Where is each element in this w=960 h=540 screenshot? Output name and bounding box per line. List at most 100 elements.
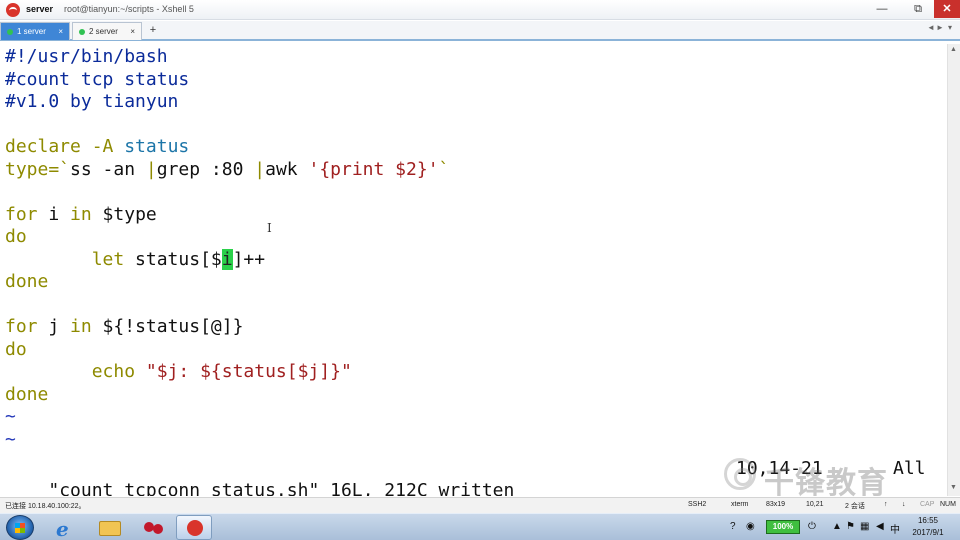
code-line: declare -A status: [5, 136, 189, 158]
xshell-status-bar: 已连接 10.18.40.100:22。 SSH2 xterm 83x19 10…: [0, 497, 960, 513]
window-subtitle: root@tianyun:~/scripts - Xshell 5: [64, 4, 194, 14]
taskbar-xshell-button[interactable]: [176, 515, 212, 540]
action-center-flag-icon[interactable]: ⚑: [846, 521, 855, 532]
code-token: echo: [5, 361, 146, 382]
code-token: #count tcp status: [5, 68, 190, 90]
tab-close-icon[interactable]: ×: [130, 23, 135, 41]
close-button[interactable]: ✕: [934, 0, 960, 18]
code-line: ~: [5, 429, 16, 451]
code-token: |: [145, 158, 157, 180]
terminal-size-label: 83x19: [766, 501, 786, 508]
watermark-logo-icon: [724, 458, 756, 490]
terminal-screen[interactable]: "count_tcpconn_status.sh" 16L, 212C writ…: [0, 44, 947, 496]
code-token: grep :80: [156, 158, 255, 180]
code-token: $type: [91, 203, 157, 225]
clock-time: 16:55: [917, 516, 939, 525]
power-icon[interactable]: ⏻: [808, 521, 816, 532]
code-token: ss -an: [70, 158, 146, 180]
code-line: do: [5, 226, 27, 248]
system-clock[interactable]: 16:55 2017/9/1: [906, 515, 950, 539]
help-icon[interactable]: ?: [730, 521, 736, 532]
start-button[interactable]: [6, 515, 34, 540]
code-token: let: [5, 248, 136, 270]
code-token: do: [5, 338, 27, 360]
scroll-down-icon[interactable]: ▼: [950, 484, 957, 491]
code-token: in: [70, 203, 92, 225]
protocol-label: SSH2: [688, 501, 707, 508]
text-cursor: i: [221, 248, 233, 270]
code-line: #v1.0 by tianyun: [5, 91, 178, 113]
code-line: echo "$j: ${status[$j]}": [5, 361, 352, 383]
code-token: status[$: [135, 248, 222, 270]
code-line: do: [5, 339, 27, 361]
mouse-ibeam-icon: I: [267, 221, 272, 235]
code-token: `: [438, 158, 450, 180]
code-line: done: [5, 271, 48, 293]
xshell-icon: [187, 520, 203, 536]
code-token: status: [124, 136, 190, 157]
taskbar-explorer-button[interactable]: [92, 515, 128, 540]
minimize-button[interactable]: —: [868, 0, 896, 18]
code-token: #v1.0 by tianyun: [5, 91, 179, 112]
title-bar: server root@tianyun:~/scripts - Xshell 5…: [0, 0, 960, 20]
tab-scroll-left-icon[interactable]: ◄: [927, 23, 935, 32]
code-token: '{print $2}': [308, 158, 439, 180]
terminal-scrollbar[interactable]: ▲ ▼: [947, 44, 960, 496]
code-token: "$j: ${status[$j]}": [145, 361, 352, 382]
system-tray: ? ◉ 100% ⏻ ▲ ⚑ ▦ ◀ 中 16:55 2017/9/1: [700, 514, 960, 540]
scroll-up-icon[interactable]: ▲: [950, 46, 957, 53]
code-token: for: [5, 203, 38, 225]
code-token: do: [5, 226, 27, 247]
code-line: type=`ss -an |grep :80 |awk '{print $2}'…: [5, 159, 449, 181]
code-token: |: [254, 158, 266, 180]
volume-icon[interactable]: ◀: [876, 521, 884, 532]
upload-icon: ↑: [884, 501, 888, 508]
download-icon: ↓: [902, 501, 906, 508]
code-token: done: [5, 383, 49, 405]
taskbar-ie-button[interactable]: e: [48, 515, 84, 540]
tab-close-icon[interactable]: ×: [58, 23, 63, 41]
show-hidden-icons-icon[interactable]: ▲: [832, 521, 842, 532]
code-token: ~: [5, 428, 16, 450]
code-token: awk: [265, 158, 309, 180]
battery-indicator[interactable]: 100%: [766, 520, 800, 534]
code-line: for i in $type: [5, 204, 157, 226]
network-icon[interactable]: ▦: [860, 521, 869, 532]
new-tab-button[interactable]: +: [146, 23, 160, 37]
num-lock-indicator: NUM: [940, 501, 956, 508]
connection-status: 已连接 10.18.40.100:22。: [5, 503, 86, 510]
code-line: #count tcp status: [5, 69, 189, 91]
folder-icon: [99, 521, 121, 536]
xshell-app-icon[interactable]: [6, 3, 20, 17]
session-count-label: 2 会话: [845, 503, 865, 510]
code-token: type=`: [5, 158, 71, 180]
tab-scroll-right-icon[interactable]: ►: [936, 23, 944, 32]
tab-session-2[interactable]: 2 server ×: [72, 22, 142, 40]
watermark-text: 千锋教育: [764, 466, 888, 501]
cursor-position-label: 10,21: [806, 501, 824, 508]
code-token: i: [37, 203, 71, 225]
code-token: declare -A: [5, 136, 125, 157]
window-title: server: [26, 4, 54, 14]
code-token: j: [37, 316, 71, 337]
tab-label: 2 server: [89, 27, 118, 36]
clock-date: 2017/9/1: [912, 528, 944, 537]
code-token: ${!status[@]}: [91, 316, 244, 337]
connected-status-icon: [79, 29, 85, 35]
taskbar-cherry-app-button[interactable]: [136, 515, 172, 540]
cherry-icon: [144, 522, 154, 532]
qq-icon[interactable]: ◉: [746, 521, 755, 532]
connected-status-icon: [7, 29, 13, 35]
code-token: done: [5, 271, 49, 292]
vim-status-message: "count_tcpconn_status.sh" 16L, 212C writ…: [5, 458, 514, 496]
watermark-logo: 千锋教育: [724, 450, 924, 501]
internet-explorer-icon: e: [56, 517, 69, 540]
session-tab-bar: 1 server × 2 server × + ◄ ► ▾: [0, 21, 960, 41]
input-method-icon[interactable]: 中: [890, 521, 900, 536]
tab-session-1[interactable]: 1 server ×: [0, 22, 70, 40]
caps-lock-indicator: CAP: [920, 501, 935, 508]
restore-button[interactable]: ⧉: [904, 0, 932, 18]
windows-taskbar: e ? ◉ 100% ⏻ ▲ ⚑ ▦ ◀ 中 16:55 2017/9/1: [0, 513, 960, 540]
tab-list-menu-icon[interactable]: ▾: [948, 23, 952, 32]
code-token: #!/usr/bin/bash: [5, 46, 168, 67]
